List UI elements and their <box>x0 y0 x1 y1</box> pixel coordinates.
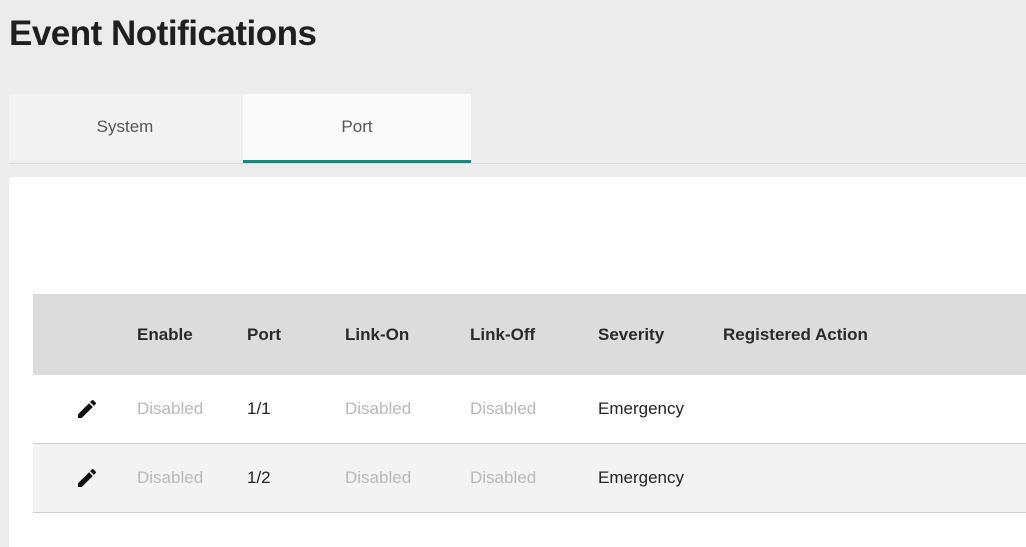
cell-enable: Disabled <box>137 468 204 487</box>
column-header-port[interactable]: Port <box>247 294 281 375</box>
cell-severity: Emergency <box>598 468 684 487</box>
column-header-link-off[interactable]: Link-Off <box>470 294 535 375</box>
pencil-icon[interactable] <box>75 466 99 490</box>
tab-bar: System Port <box>9 94 1026 164</box>
column-header-link-on[interactable]: Link-On <box>345 294 409 375</box>
cell-link-on: Disabled <box>345 468 412 487</box>
tab-system[interactable]: System <box>9 94 241 160</box>
table-header: Enable Port Link-On Link-Off Severity Re… <box>33 294 1026 375</box>
table-row: Disabled 1/2 Disabled Disabled Emergency <box>33 444 1026 513</box>
page-title: Event Notifications <box>9 14 317 53</box>
column-header-severity[interactable]: Severity <box>598 294 664 375</box>
cell-port: 1/1 <box>247 399 271 418</box>
cell-severity: Emergency <box>598 399 684 418</box>
column-header-enable[interactable]: Enable <box>137 294 193 375</box>
cell-link-off: Disabled <box>470 468 537 487</box>
content-panel: Enable Port Link-On Link-Off Severity Re… <box>9 177 1026 547</box>
tab-port[interactable]: Port <box>243 94 471 163</box>
table-row: Disabled 1/1 Disabled Disabled Emergency <box>33 375 1026 444</box>
cell-link-on: Disabled <box>345 399 412 418</box>
pencil-icon[interactable] <box>75 397 99 421</box>
cell-port: 1/2 <box>247 468 271 487</box>
cell-enable: Disabled <box>137 399 204 418</box>
port-notifications-table: Enable Port Link-On Link-Off Severity Re… <box>33 294 1026 513</box>
column-header-registered-action[interactable]: Registered Action <box>723 294 868 375</box>
cell-link-off: Disabled <box>470 399 537 418</box>
